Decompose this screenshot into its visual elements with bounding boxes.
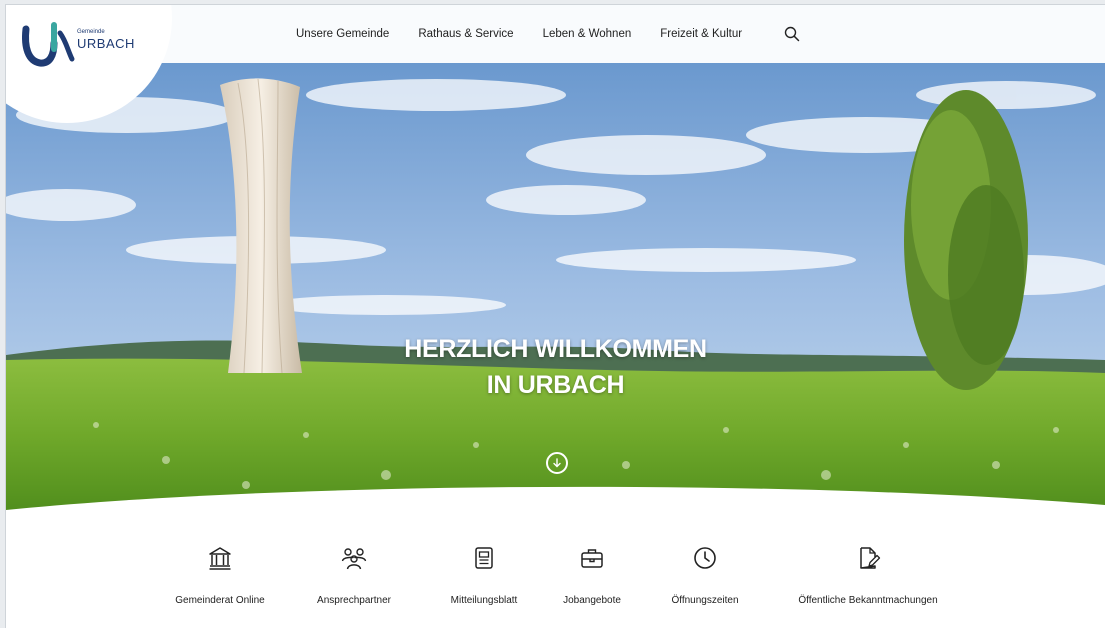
quick-link-gemeinderat[interactable]: Gemeinderat Online (165, 545, 275, 606)
briefcase-icon (581, 549, 603, 568)
main-navigation: Unsere Gemeinde Rathaus & Service Leben … (296, 5, 800, 63)
quick-links: Gemeinderat Online Ansprechpartner Mitte… (6, 545, 1105, 625)
clock-icon (694, 547, 716, 569)
quick-link-label: Öffnungszeiten (671, 595, 739, 606)
quick-link-oeffnungszeiten[interactable]: Öffnungszeiten (660, 545, 750, 606)
nav-rathaus-service[interactable]: Rathaus & Service (418, 28, 513, 40)
quick-link-bekanntmachungen[interactable]: Öffentliche Bekanntmachungen (778, 545, 958, 606)
browser-window: HERZLICH WILLKOMMEN IN URBACH Unsere Gem… (6, 5, 1105, 628)
document-pen-icon (860, 547, 881, 569)
quick-link-mitteilungsblatt[interactable]: Mitteilungsblatt (434, 545, 534, 606)
hero-title-line2: IN URBACH (486, 371, 625, 399)
search-icon (784, 26, 800, 42)
site-logo[interactable]: Gemeinde URBACH (20, 19, 145, 79)
quick-link-label: Gemeinderat Online (175, 595, 265, 606)
quick-link-label: Ansprechpartner (317, 595, 391, 606)
scroll-down-button[interactable] (546, 452, 568, 474)
hero-title: HERZLICH WILLKOMMEN IN URBACH (6, 331, 1105, 403)
nav-freizeit-kultur[interactable]: Freizeit & Kultur (660, 28, 742, 40)
newspaper-icon (475, 547, 493, 569)
people-icon (341, 548, 367, 570)
search-button[interactable] (784, 26, 800, 42)
quick-link-label: Öffentliche Bekanntmachungen (798, 595, 938, 606)
urbach-logo-icon (22, 22, 75, 67)
quick-link-label: Mitteilungsblatt (450, 595, 518, 606)
quick-link-ansprechpartner[interactable]: Ansprechpartner (304, 545, 404, 606)
quick-link-jobangebote[interactable]: Jobangebote (550, 545, 634, 606)
logo-big-text: URBACH (77, 36, 135, 51)
nav-unsere-gemeinde[interactable]: Unsere Gemeinde (296, 28, 389, 40)
logo-small-text: Gemeinde (77, 29, 105, 35)
quick-link-label: Jobangebote (563, 595, 621, 606)
nav-leben-wohnen[interactable]: Leben & Wohnen (543, 28, 632, 40)
hero-title-line1: HERZLICH WILLKOMMEN (404, 335, 707, 363)
hero-image (6, 5, 1105, 515)
arrow-down-circle-icon (553, 458, 561, 468)
hero-section: HERZLICH WILLKOMMEN IN URBACH (6, 5, 1105, 515)
building-icon (209, 547, 231, 570)
